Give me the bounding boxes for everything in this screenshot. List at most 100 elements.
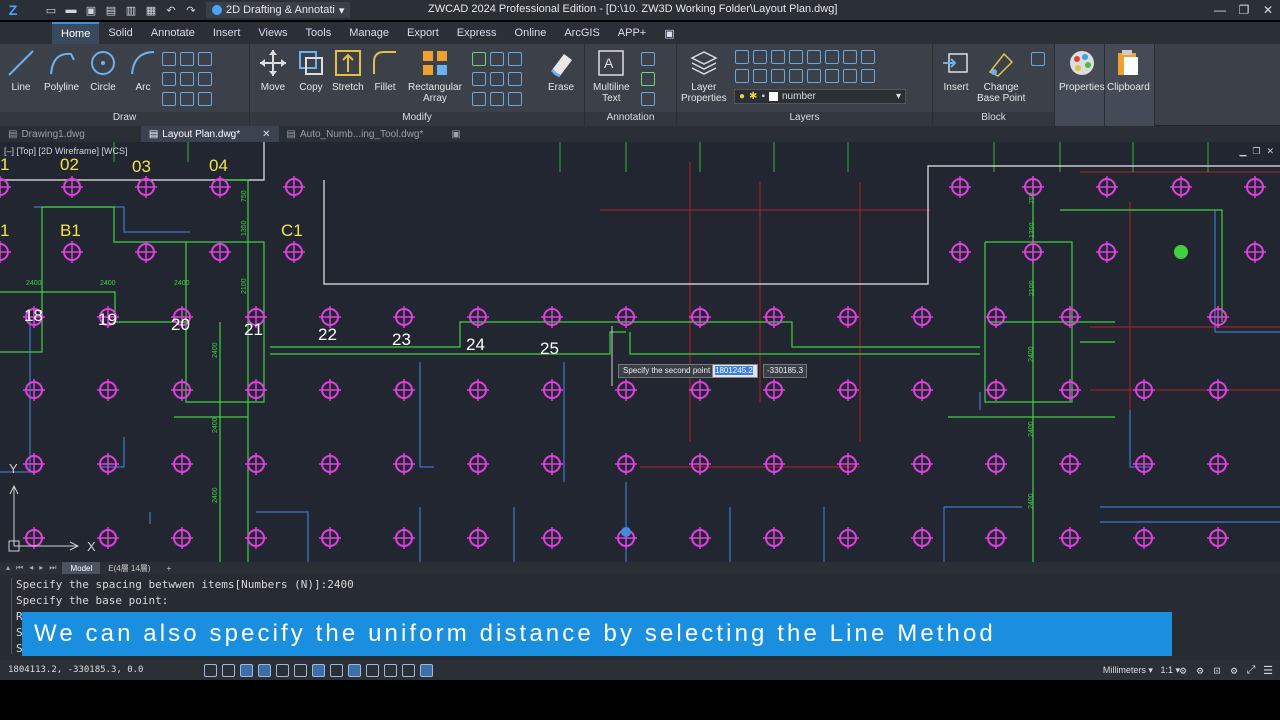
block-edit-icon[interactable] [1031, 52, 1045, 66]
snap-mode-icon[interactable] [204, 663, 217, 677]
tab-arcgis[interactable]: ArcGIS [555, 22, 608, 44]
app-logo-icon[interactable]: Z [0, 0, 26, 20]
layer-tool-12-icon[interactable] [789, 69, 803, 83]
tab-express[interactable]: Express [448, 22, 506, 44]
leader-icon[interactable] [641, 72, 655, 86]
layer-tool-9-icon[interactable] [735, 69, 749, 83]
minimize-icon[interactable]: ▁ [1239, 146, 1246, 157]
close-icon[interactable]: ✕ [1256, 0, 1280, 20]
erase-button[interactable]: Erase [546, 48, 576, 93]
ribbon-toggle-icon[interactable]: ▣ [655, 22, 683, 44]
polyline-button[interactable]: Polyline [44, 48, 79, 93]
viewport-controls[interactable]: [–] [Top] [2D Wireframe] [WCS] [4, 146, 128, 156]
properties-button[interactable]: Properties [1059, 48, 1105, 93]
dimension-icon[interactable] [641, 52, 655, 66]
fillet-button[interactable]: Fillet [370, 48, 400, 93]
dynamic-input-y-field[interactable]: -330185.3 [763, 364, 807, 378]
transparency-icon[interactable] [348, 663, 361, 677]
layer-tool-1-icon[interactable] [735, 50, 749, 64]
new-tab-button[interactable]: ▣ [443, 126, 468, 142]
tab-insert[interactable]: Insert [204, 22, 250, 44]
nav-prev-icon[interactable]: ◂ [29, 563, 33, 573]
boundary-icon[interactable] [162, 92, 176, 106]
open-folder-icon[interactable]: ▬ [64, 3, 78, 17]
lineweight-icon[interactable] [330, 663, 343, 677]
save-as-icon[interactable]: ▤ [104, 3, 118, 17]
trim-icon[interactable] [472, 52, 486, 66]
dynamic-input-x-field[interactable]: 1801245.2 [712, 364, 758, 378]
rectangle-icon[interactable] [180, 52, 194, 66]
tab-online[interactable]: Online [506, 22, 556, 44]
close-icon[interactable]: ✕ [1266, 146, 1274, 157]
minimize-icon[interactable]: — [1208, 0, 1232, 20]
layer-tool-11-icon[interactable] [771, 69, 785, 83]
layer-tool-15-icon[interactable] [843, 69, 857, 83]
break-icon[interactable] [508, 92, 522, 106]
maximize-icon[interactable]: ❐ [1232, 0, 1256, 20]
ortho-mode-icon[interactable] [240, 663, 253, 677]
annotation-monitor-icon[interactable] [402, 663, 415, 677]
move-button[interactable]: Move [258, 48, 288, 93]
nav-last-icon[interactable]: ⏭ [49, 563, 56, 573]
tab-model[interactable]: Model [62, 562, 101, 574]
save-icon[interactable]: ▣ [84, 3, 98, 17]
quick-properties-icon[interactable] [366, 663, 379, 677]
layer-properties-button[interactable]: Layer Properties [681, 48, 727, 104]
donut-icon[interactable] [180, 92, 194, 106]
layer-tool-4-icon[interactable] [789, 50, 803, 64]
tab-annotate[interactable]: Annotate [142, 22, 204, 44]
add-layout-button[interactable]: + [158, 562, 179, 574]
redo-icon[interactable]: ↷ [184, 3, 198, 17]
copy-button[interactable]: Copy [296, 48, 326, 93]
circle-button[interactable]: Circle [88, 48, 118, 93]
dynamic-input-icon[interactable] [312, 663, 325, 677]
isolate-objects-icon[interactable] [420, 663, 433, 677]
layer-dropdown[interactable]: ● ✱ ▪ number ▾ [734, 89, 906, 104]
workspace-dropdown[interactable]: 2D Drafting & Annotati ▾ [206, 2, 351, 18]
table-icon[interactable] [641, 92, 655, 106]
lock-ui-icon[interactable]: ⚙ [1228, 664, 1240, 677]
doc-tab-auto-numbering[interactable]: ▤ Auto_Numb...ing_Tool.dwg* [279, 126, 432, 142]
drawing-area[interactable]: 2400 2400 2400 750 1350 2100 2400 2400 2… [0, 142, 1280, 562]
line-button[interactable]: Line [6, 48, 36, 93]
region-icon[interactable] [198, 72, 212, 86]
explode-icon[interactable] [490, 92, 504, 106]
workspace-switch-icon[interactable]: ⊡ [1211, 664, 1223, 677]
polar-tracking-icon[interactable] [258, 663, 271, 677]
tab-solid[interactable]: Solid [99, 22, 141, 44]
insert-block-button[interactable]: Insert [941, 48, 971, 93]
object-snap-icon[interactable] [276, 663, 289, 677]
new-file-icon[interactable]: ▭ [44, 3, 58, 17]
nav-first-icon[interactable]: ⏮ [16, 563, 23, 573]
layer-tool-6-icon[interactable] [825, 50, 839, 64]
spline-icon[interactable] [198, 52, 212, 66]
clean-screen-icon[interactable]: ⤢ [1245, 663, 1257, 676]
multiline-text-button[interactable]: A Multiline Text [593, 48, 630, 104]
join-icon[interactable] [508, 52, 522, 66]
layer-tool-13-icon[interactable] [807, 69, 821, 83]
settings-gear-icon[interactable]: ⚙ [1177, 664, 1189, 677]
change-base-point-button[interactable]: Change Base Point [977, 48, 1025, 104]
tab-views[interactable]: Views [249, 22, 296, 44]
print-icon[interactable]: ▥ [124, 3, 138, 17]
point-icon[interactable] [162, 72, 176, 86]
extend-icon[interactable] [490, 52, 504, 66]
ellipse-icon[interactable] [162, 52, 176, 66]
undo-icon[interactable]: ↶ [164, 3, 178, 17]
layer-tool-14-icon[interactable] [825, 69, 839, 83]
grid-mode-icon[interactable] [222, 663, 235, 677]
annotation-scale-icon[interactable]: ⚙ [1194, 664, 1206, 677]
layer-tool-2-icon[interactable] [753, 50, 767, 64]
layer-tool-3-icon[interactable] [771, 50, 785, 64]
nav-next-icon[interactable]: ▸ [39, 563, 43, 573]
command-window-grip[interactable] [4, 578, 12, 654]
layer-tool-10-icon[interactable] [753, 69, 767, 83]
layer-tool-16-icon[interactable] [861, 69, 875, 83]
tab-manage[interactable]: Manage [340, 22, 398, 44]
close-icon[interactable]: ✕ [262, 129, 270, 140]
layer-tool-5-icon[interactable] [807, 50, 821, 64]
tab-home[interactable]: Home [52, 22, 100, 44]
clipboard-button[interactable]: Clipboard [1107, 48, 1150, 93]
stretch-button[interactable]: Stretch [332, 48, 364, 93]
scale-icon[interactable] [508, 72, 522, 86]
